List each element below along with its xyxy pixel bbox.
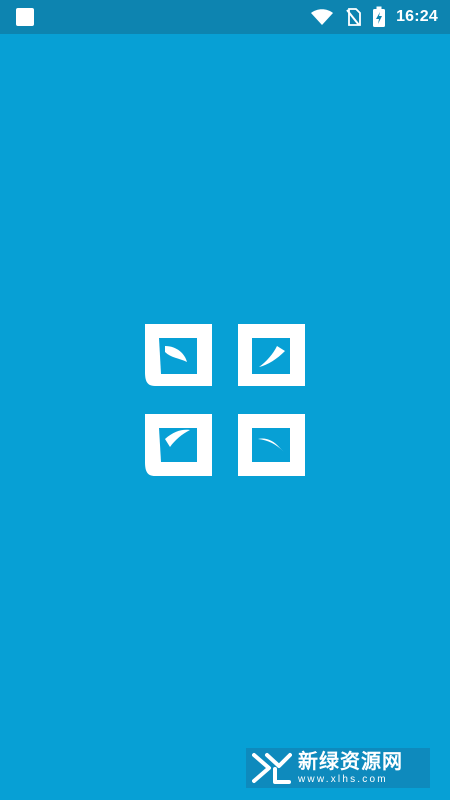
- status-time: 16:24: [396, 8, 438, 25]
- no-sim-icon: [346, 8, 361, 26]
- watermark-url: www.xlhs.com: [298, 774, 388, 785]
- status-icons: 16:24: [310, 0, 438, 34]
- app-notification-icon: [16, 8, 34, 26]
- four-leaf-logo-icon: [145, 324, 305, 476]
- xl-logo-icon: [252, 753, 292, 784]
- battery-charging-icon: [373, 6, 386, 27]
- wifi-icon: [311, 9, 334, 25]
- watermark-title: 新绿资源网: [298, 749, 403, 773]
- watermark: 新绿资源网 www.xlhs.com: [246, 748, 430, 788]
- status-bar: 16:24: [0, 0, 450, 34]
